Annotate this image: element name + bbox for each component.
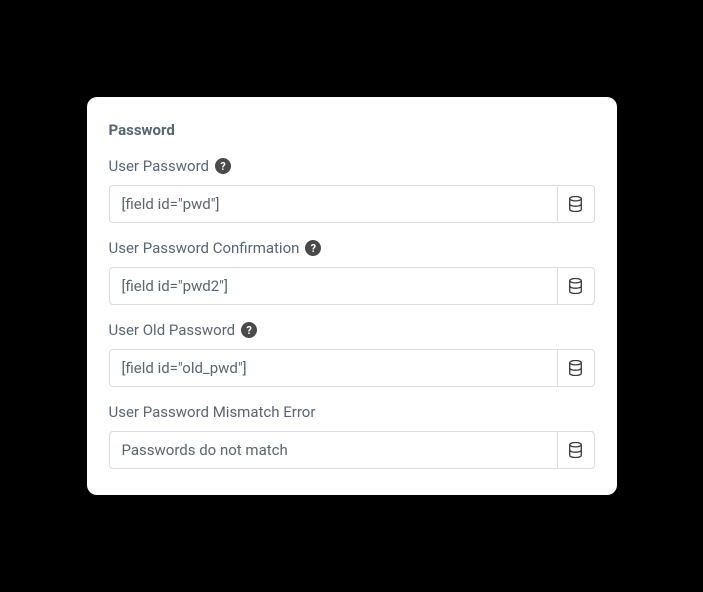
input-row [109,431,595,469]
help-icon[interactable]: ? [305,240,321,256]
field-group-user-password-confirmation: User Password Confirmation ? [109,239,595,305]
password-settings-panel: Password User Password ? User Password C… [87,97,617,495]
help-icon[interactable]: ? [241,322,257,338]
input-row [109,267,595,305]
help-icon[interactable]: ? [215,158,231,174]
field-label: User Password Confirmation ? [109,239,595,257]
label-text: User Password [109,157,209,175]
field-label: User Old Password ? [109,321,595,339]
user-password-input[interactable] [109,185,557,223]
label-text: User Password Confirmation [109,239,300,257]
database-picker-button[interactable] [557,349,595,387]
user-old-password-input[interactable] [109,349,557,387]
database-icon [568,442,583,458]
user-password-mismatch-input[interactable] [109,431,557,469]
field-group-user-old-password: User Old Password ? [109,321,595,387]
section-title: Password [109,121,595,139]
field-label: User Password ? [109,157,595,175]
field-group-user-password: User Password ? [109,157,595,223]
database-icon [568,196,583,212]
label-text: User Password Mismatch Error [109,403,316,421]
label-text: User Old Password [109,321,236,339]
database-picker-button[interactable] [557,185,595,223]
user-password-confirmation-input[interactable] [109,267,557,305]
database-icon [568,278,583,294]
input-row [109,349,595,387]
database-icon [568,360,583,376]
input-row [109,185,595,223]
field-label: User Password Mismatch Error [109,403,595,421]
database-picker-button[interactable] [557,267,595,305]
database-picker-button[interactable] [557,431,595,469]
field-group-user-password-mismatch: User Password Mismatch Error [109,403,595,469]
